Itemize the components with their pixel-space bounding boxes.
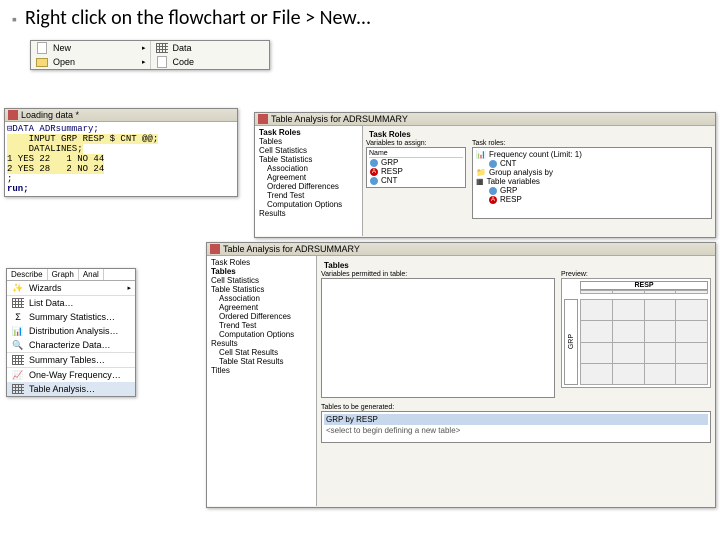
vars-assign-label: Variables to assign: xyxy=(366,140,466,147)
menu-distribution[interactable]: 📊Distribution Analysis… xyxy=(7,324,135,338)
task-roles-tree[interactable]: 📊Frequency count (Limit: 1) CNT 📁Group a… xyxy=(472,147,712,219)
permitted-label: Variables permitted in table: xyxy=(321,271,555,278)
variables-list[interactable]: Name GRP ARESP CNT xyxy=(366,147,466,188)
var-cnt[interactable]: CNT xyxy=(369,176,463,185)
menu-characterize[interactable]: 🔍Characterize Data… xyxy=(7,338,135,352)
tab-describe[interactable]: Describe xyxy=(7,269,48,280)
char-icon: A xyxy=(370,168,378,176)
submenu-arrow: ▸ xyxy=(142,44,146,52)
dist-icon: 📊 xyxy=(11,325,25,337)
menu-tabs: Describe Graph Anal xyxy=(7,269,135,281)
instruction-text: ▪Right click on the flowchart or File > … xyxy=(12,6,370,30)
numeric-icon xyxy=(370,177,378,185)
numeric-icon xyxy=(489,187,497,195)
table-analysis-tables-window: Table Analysis for ADRSUMMARY Task Roles… xyxy=(206,242,716,508)
menu-summary-stats[interactable]: ΣSummary Statistics… xyxy=(7,310,135,324)
generated-label: Tables to be generated: xyxy=(321,404,711,411)
menu-wizards[interactable]: ✨Wizards▸ xyxy=(7,281,135,295)
menu-item-code[interactable]: Code xyxy=(151,55,270,69)
data-icon xyxy=(155,42,169,54)
table-role-icon: ▦ xyxy=(476,177,484,186)
describe-menu: Describe Graph Anal ✨Wizards▸ List Data…… xyxy=(6,268,136,397)
ta1-titlebar: Table Analysis for ADRSUMMARY xyxy=(255,113,715,126)
menu-oneway[interactable]: 📈One-Way Frequency… xyxy=(7,368,135,382)
menu-item-open[interactable]: Open ▸ xyxy=(31,55,150,69)
window-title: Loading data * xyxy=(21,110,79,120)
menu-summary-tables[interactable]: Summary Tables… xyxy=(7,353,135,367)
tables-heading: Tables xyxy=(321,260,711,271)
task-roles-label: Task roles: xyxy=(472,140,712,147)
wizard-icon: ✨ xyxy=(11,282,25,294)
window-icon xyxy=(210,244,220,254)
code-editor-window: Loading data * ⊟DATA ADRsummary; INPUT G… xyxy=(4,108,238,197)
list-icon xyxy=(11,297,25,309)
code-icon xyxy=(155,56,169,68)
generated-row[interactable]: GRP by RESP xyxy=(324,414,708,425)
file-new-menu: New ▸ Open ▸ Data Code xyxy=(30,40,270,70)
open-icon xyxy=(35,56,49,68)
menu-label: Data xyxy=(173,43,192,53)
var-grp[interactable]: GRP xyxy=(369,158,463,167)
code-area[interactable]: ⊟DATA ADRsummary; INPUT GRP RESP $ CNT @… xyxy=(5,122,237,196)
tab-analyze[interactable]: Anal xyxy=(79,269,104,280)
var-resp[interactable]: ARESP xyxy=(369,167,463,176)
freq-role-icon: 📊 xyxy=(476,150,486,159)
menu-label: New xyxy=(53,43,71,53)
permitted-vars-list[interactable] xyxy=(321,278,555,398)
sigma-icon: Σ xyxy=(11,311,25,323)
table-preview: RESP GRP xyxy=(561,278,711,388)
ta2-titlebar: Table Analysis for ADRSUMMARY xyxy=(207,243,715,256)
code-titlebar: Loading data * xyxy=(5,109,237,122)
roles-heading: Task Roles xyxy=(366,129,712,140)
freq-icon: 📈 xyxy=(11,369,25,381)
menu-label: Code xyxy=(173,57,195,67)
window-icon xyxy=(258,114,268,124)
char-icon: 🔍 xyxy=(11,339,25,351)
numeric-icon xyxy=(370,159,378,167)
new-icon xyxy=(35,42,49,54)
tab-graph[interactable]: Graph xyxy=(48,269,79,280)
menu-table-analysis[interactable]: Table Analysis… xyxy=(7,382,135,396)
window-title: Table Analysis for ADRSUMMARY xyxy=(223,244,360,254)
submenu-arrow: ▸ xyxy=(142,58,146,66)
ta2-nav-tree[interactable]: Task Roles Tables Cell Statistics Table … xyxy=(207,256,317,506)
group-role-icon: 📁 xyxy=(476,168,486,177)
sumtbl-icon xyxy=(11,354,25,366)
generated-tables-list[interactable]: GRP by RESP <select to begin defining a … xyxy=(321,411,711,443)
window-title: Table Analysis for ADRSUMMARY xyxy=(271,114,408,124)
window-icon xyxy=(8,110,18,120)
preview-label: Preview: xyxy=(561,271,711,278)
menu-label: Open xyxy=(53,57,75,67)
table-icon xyxy=(11,383,25,395)
ta1-nav-tree[interactable]: Task Roles Tables Cell Statistics Table … xyxy=(255,126,363,236)
select-hint[interactable]: <select to begin defining a new table> xyxy=(324,425,708,436)
menu-list-data[interactable]: List Data… xyxy=(7,296,135,310)
menu-item-data[interactable]: Data xyxy=(151,41,270,55)
table-analysis-roles-window: Table Analysis for ADRSUMMARY Task Roles… xyxy=(254,112,716,238)
numeric-icon xyxy=(489,160,497,168)
bullet-square: ▪ xyxy=(12,11,17,28)
menu-item-new[interactable]: New ▸ xyxy=(31,41,150,55)
char-icon: A xyxy=(489,196,497,204)
